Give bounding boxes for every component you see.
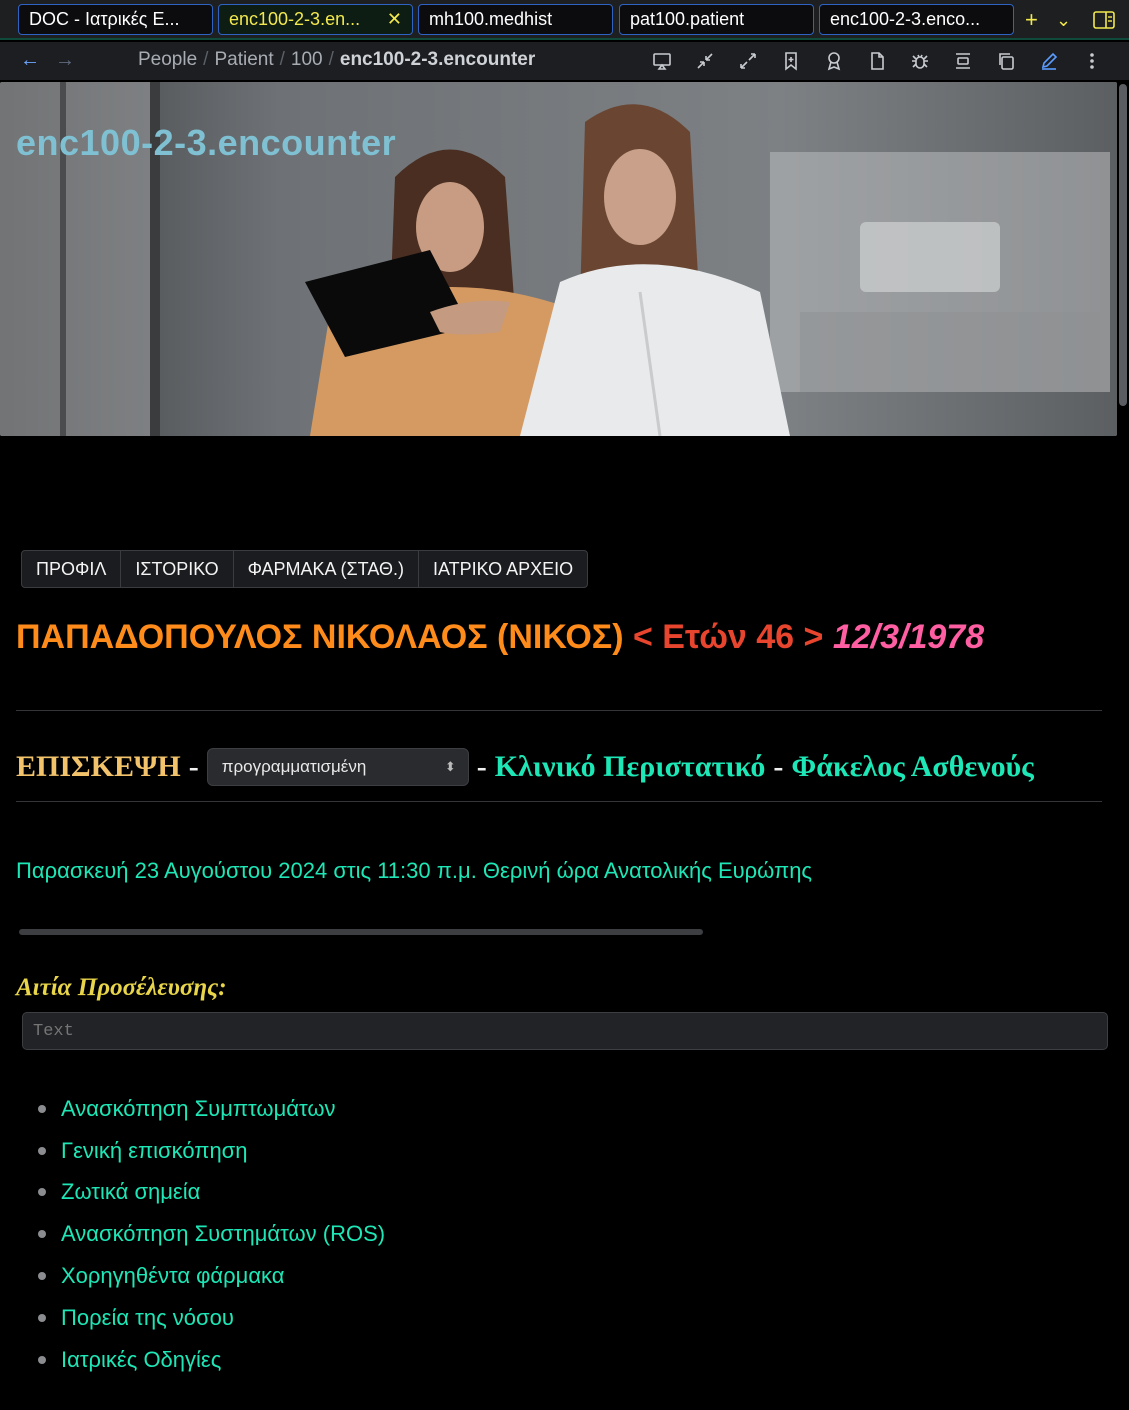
progress-bar <box>19 929 703 935</box>
align-icon[interactable] <box>941 50 984 72</box>
tab-bar: DOC - Ιατρικές Ε... enc100-2-3.en... ✕ m… <box>0 0 1129 40</box>
tab-label: enc100-2-3.en... <box>229 9 361 29</box>
bullet-icon <box>38 1146 46 1155</box>
copy-icon[interactable] <box>984 50 1027 72</box>
section-links: Ανασκόπηση Συμπτωμάτων Γενική επισκόπηση Ζ… <box>38 1088 385 1381</box>
visit-status-value: προγραμματισμένη <box>221 757 367 776</box>
list-item: Πορεία της νόσου <box>38 1297 385 1339</box>
separator: - <box>476 750 487 783</box>
bullet-icon <box>38 1104 46 1113</box>
bullet-icon <box>38 1355 46 1364</box>
more-icon[interactable] <box>1070 50 1113 72</box>
section-link[interactable]: Πορεία της νόσου <box>61 1305 234 1331</box>
banner-scrollbar[interactable] <box>1119 84 1127 406</box>
patient-name[interactable]: ΠΑΠΑΔΟΠΟΥΛΟΣ ΝΙΚΟΛΑΟΣ (ΝΙΚΟΣ) <box>16 618 624 656</box>
patient-folder-link[interactable]: Φάκελος Ασθενούς <box>791 750 1033 784</box>
section-link[interactable]: Ανασκόπηση Συστημάτων (ROS) <box>61 1221 385 1247</box>
tab-label: mh100.medhist <box>429 9 553 29</box>
forward-arrow-icon[interactable]: → <box>55 42 75 78</box>
breadcrumb-patient[interactable]: Patient <box>214 49 273 70</box>
nav-bar: ← → People / Patient/100/enc100-2-3.encoun… <box>0 42 1129 80</box>
tab-patient[interactable]: pat100.patient <box>619 4 814 35</box>
view-actions <box>640 50 1113 72</box>
section-link[interactable]: Ιατρικές Οδηγίες <box>61 1347 221 1373</box>
expand-icon[interactable] <box>726 50 769 72</box>
section-link[interactable]: Ζωτικά σημεία <box>61 1179 200 1205</box>
section-link[interactable]: Χορηγηθέντα φάρμακα <box>61 1263 285 1289</box>
list-item: Ιατρικές Οδηγίες <box>38 1339 385 1381</box>
updown-chevron-icon: ⬍ <box>444 759 456 774</box>
bookmark-icon[interactable] <box>769 50 812 72</box>
divider <box>16 801 1102 802</box>
separator: - <box>773 750 784 783</box>
edit-icon[interactable] <box>1027 50 1070 72</box>
tab-medhist[interactable]: mh100.medhist <box>418 4 613 35</box>
breadcrumb-people[interactable]: People <box>138 49 197 70</box>
section-tabs: ΠΡΟΦΙΛ ΙΣΤΟΡΙΚΟ ΦΑΡΜΑΚΑ (ΣΤΑΘ.) ΙΑΤΡΙΚΟ … <box>21 550 589 588</box>
patient-age: < Ετών 46 > <box>632 618 824 656</box>
breadcrumb: People / Patient/100/enc100-2-3.encounter <box>138 49 536 70</box>
tab-history[interactable]: ΙΣΤΟΡΙΚΟ <box>121 551 234 587</box>
separator: - <box>188 750 199 783</box>
cast-icon[interactable] <box>640 50 683 72</box>
visit-status-select[interactable]: προγραμματισμένη ⬍ <box>206 748 469 786</box>
patient-dob: 12/3/1978 <box>832 618 985 656</box>
breadcrumb-current: enc100-2-3.encounter <box>339 49 536 70</box>
tab-medical-record[interactable]: ΙΑΤΡΙΚΟ ΑΡΧΕΙΟ <box>419 551 587 587</box>
section-link[interactable]: Ανασκόπηση Συμπτωμάτων <box>61 1096 336 1122</box>
breadcrumb-100[interactable]: 100 <box>291 49 323 70</box>
reason-label: Αιτία Προσέλευσης: <box>16 974 227 1001</box>
list-item: Ανασκόπηση Συστημάτων (ROS) <box>38 1213 385 1255</box>
list-item: Ανασκόπηση Συμπτωμάτων <box>38 1088 385 1130</box>
bullet-icon <box>38 1188 46 1197</box>
visit-label: ΕΠΙΣΚΕΨΗ <box>16 750 181 783</box>
section-link[interactable]: Γενική επισκόπηση <box>61 1138 248 1164</box>
tab-label: pat100.patient <box>630 9 745 29</box>
bullet-icon <box>38 1313 46 1322</box>
tab-label: DOC - Ιατρικές Ε... <box>29 9 180 29</box>
sidebar-icon[interactable] <box>1093 10 1115 30</box>
patient-header: ΠΑΠΑΔΟΠΟΥΛΟΣ ΝΙΚΟΛΑΟΣ (ΝΙΚΟΣ) < Ετών 46 … <box>16 618 984 657</box>
chevron-down-icon[interactable]: ⌄ <box>1056 0 1071 40</box>
tab-label: enc100-2-3.enco... <box>830 9 981 29</box>
bullet-icon <box>38 1272 46 1281</box>
bullet-icon <box>38 1230 46 1239</box>
back-arrow-icon[interactable]: ← <box>20 42 40 78</box>
divider <box>16 710 1102 711</box>
close-icon[interactable]: ✕ <box>387 5 402 34</box>
tab-doc[interactable]: DOC - Ιατρικές Ε... <box>18 4 213 35</box>
banner-image: enc100-2-3.encounter <box>0 82 1117 436</box>
visit-datetime: Παρασκευή 23 Αυγούστου 2024 στις 11:30 π… <box>16 858 813 883</box>
bug-icon[interactable] <box>898 50 941 72</box>
reason-input[interactable] <box>22 1012 1108 1050</box>
tab-encounter[interactable]: enc100-2-3.enco... <box>819 4 1014 35</box>
banner-title: enc100-2-3.encounter <box>16 122 397 163</box>
tab-profile[interactable]: ΠΡΟΦΙΛ <box>22 551 122 587</box>
new-tab-button[interactable]: + <box>1025 0 1038 40</box>
visit-line: ΕΠΙΣΚΕΨΗ - προγραμματισμένη ⬍ - Κλινικό … <box>16 747 1034 787</box>
collapse-icon[interactable] <box>683 50 726 72</box>
tab-encounter-active[interactable]: enc100-2-3.en... ✕ <box>218 4 413 35</box>
list-item: Χορηγηθέντα φάρμακα <box>38 1255 385 1297</box>
tab-medications[interactable]: ΦΑΡΜΑΚΑ (ΣΤΑΘ.) <box>234 551 419 587</box>
file-icon[interactable] <box>855 50 898 72</box>
list-item: Γενική επισκόπηση <box>38 1130 385 1172</box>
list-item: Ζωτικά σημεία <box>38 1172 385 1214</box>
clinical-case-link[interactable]: Κλινικό Περιστατικό <box>495 750 766 784</box>
badge-icon[interactable] <box>812 50 855 72</box>
